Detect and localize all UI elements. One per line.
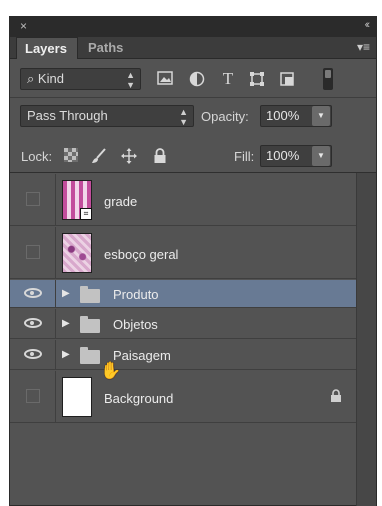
visibility-off-box — [26, 389, 40, 403]
collapse-panel-icon[interactable]: ‹‹ — [365, 19, 371, 31]
blend-mode-select[interactable]: Pass Through ▲ ▼ — [20, 105, 194, 127]
layer-row-produto[interactable]: ▶ Produto — [10, 280, 356, 308]
visibility-toggle[interactable] — [10, 280, 56, 307]
shape-filter-icon[interactable] — [248, 71, 266, 87]
layer-name: grade — [104, 194, 138, 209]
fill-dropdown-icon[interactable]: ▼ — [312, 146, 330, 166]
layer-thumbnail: ⌗ — [62, 180, 92, 220]
filter-kind-select[interactable]: ⌕ Kind ▲ ▼ — [20, 68, 141, 90]
divider — [10, 97, 376, 98]
blend-mode-value: Pass Through — [27, 108, 108, 123]
folder-icon — [80, 347, 100, 364]
layers-panel: × ‹‹ Layers Paths ▾≡ ⌕ Kind ▲ ▼ T Pass Th… — [9, 16, 377, 506]
layer-row-background[interactable]: Background — [10, 371, 356, 423]
tab-layers[interactable]: Layers — [16, 37, 78, 59]
panel-menu-icon[interactable]: ▾≡ — [357, 40, 370, 54]
opacity-dropdown-icon[interactable]: ▼ — [312, 106, 330, 126]
search-icon: ⌕ — [27, 71, 35, 86]
blend-row: Pass Through ▲ ▼ Opacity: 100% ▼ — [10, 101, 376, 131]
expand-triangle-icon[interactable]: ▶ — [62, 349, 70, 360]
lock-label: Lock: — [21, 149, 53, 164]
filter-kind-label: Kind — [37, 71, 64, 86]
layer-name: Background — [104, 391, 174, 406]
layer-row-esboco-geral[interactable]: esboço geral — [10, 227, 356, 279]
tab-paths[interactable]: Paths — [80, 37, 131, 59]
layer-name: Objetos — [113, 317, 158, 332]
layer-row-paisagem[interactable]: ▶ Paisagem — [10, 340, 356, 370]
visibility-toggle[interactable] — [10, 227, 56, 278]
layer-lock-icon — [330, 389, 342, 406]
visibility-off-box — [26, 192, 40, 206]
layers-scrollbar[interactable] — [356, 173, 376, 506]
lock-row: Lock: Fill: 100% ▼ — [10, 141, 376, 171]
layer-name: Paisagem — [113, 348, 171, 363]
panel-tab-bar: Layers Paths ▾≡ — [10, 37, 376, 59]
visibility-off-box — [26, 245, 40, 259]
adjustment-filter-icon[interactable] — [188, 71, 206, 87]
layer-name: Produto — [113, 287, 159, 302]
filter-row: ⌕ Kind ▲ ▼ T — [10, 65, 376, 95]
select-arrows-icon: ▲ ▼ — [126, 70, 135, 90]
fill-field[interactable]: 100% ▼ — [260, 145, 332, 167]
smart-object-filter-icon[interactable] — [278, 71, 296, 87]
lock-image-pixels-icon[interactable] — [91, 148, 107, 164]
opacity-field[interactable]: 100% ▼ — [260, 105, 332, 127]
select-arrows-icon: ▲ ▼ — [179, 107, 188, 127]
lock-all-icon[interactable] — [152, 148, 168, 164]
type-filter-icon[interactable]: T — [219, 70, 237, 87]
image-filter-icon[interactable] — [156, 71, 174, 87]
smart-object-badge-icon: ⌗ — [80, 208, 92, 220]
visibility-toggle[interactable] — [10, 174, 56, 225]
expand-triangle-icon[interactable]: ▶ — [62, 318, 70, 329]
fill-value: 100% — [266, 148, 300, 163]
eye-icon — [24, 349, 42, 359]
layer-thumbnail — [62, 377, 92, 417]
eye-icon — [24, 288, 42, 298]
expand-triangle-icon[interactable]: ▶ — [62, 288, 70, 299]
opacity-value: 100% — [266, 108, 300, 123]
layer-thumbnail — [62, 233, 92, 273]
hand-cursor-icon: ✋ — [100, 361, 122, 380]
opacity-label: Opacity: — [201, 109, 249, 124]
eye-icon — [24, 318, 42, 328]
lock-transparent-pixels-icon[interactable] — [63, 148, 79, 164]
layer-name: esboço geral — [104, 247, 179, 262]
visibility-toggle[interactable] — [10, 371, 56, 422]
filter-toggle-switch[interactable] — [323, 68, 333, 90]
close-panel-icon[interactable]: × — [20, 19, 27, 33]
layer-row-objetos[interactable]: ▶ Objetos — [10, 309, 356, 339]
visibility-toggle[interactable] — [10, 340, 56, 369]
fill-label: Fill: — [234, 149, 255, 164]
folder-icon — [80, 316, 100, 333]
layer-row-grade[interactable]: ⌗ grade — [10, 174, 356, 226]
folder-icon — [80, 286, 100, 303]
lock-position-icon[interactable] — [121, 148, 137, 164]
panel-titlebar: × ‹‹ — [10, 17, 376, 37]
divider — [10, 172, 376, 173]
visibility-toggle[interactable] — [10, 309, 56, 338]
